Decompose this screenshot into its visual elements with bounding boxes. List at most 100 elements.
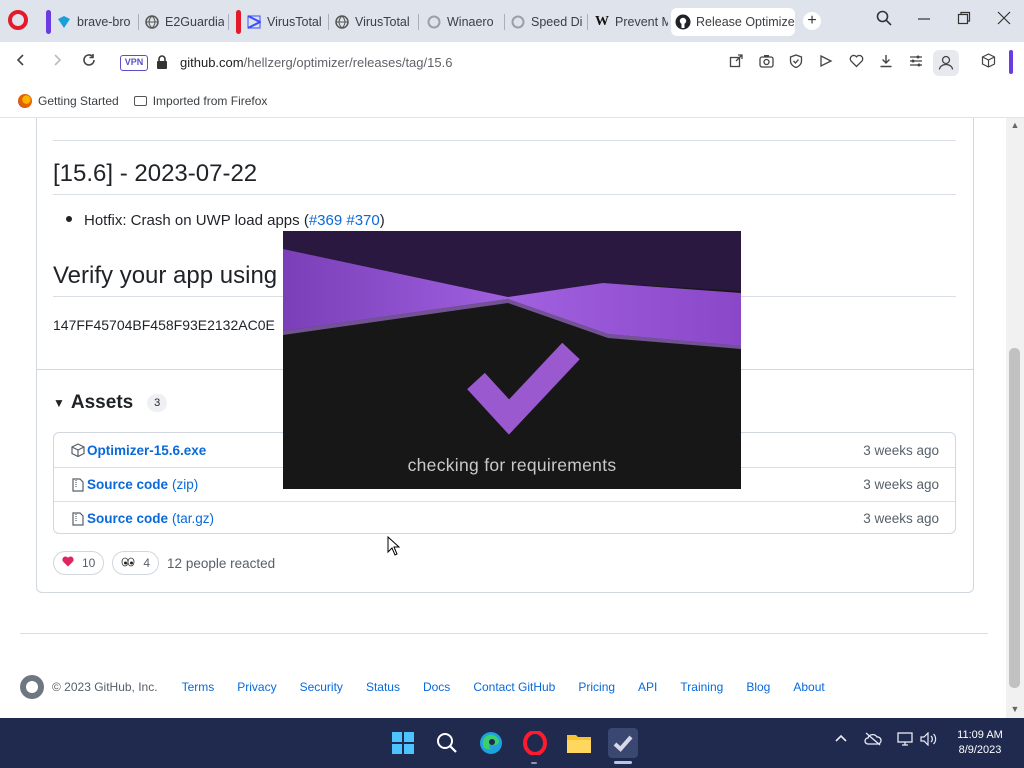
footer-link-training[interactable]: Training [680, 680, 723, 694]
tab-separator [418, 14, 419, 30]
asset-time: 3 weeks ago [863, 477, 939, 492]
active-app-indicator [614, 761, 632, 764]
restore-icon[interactable] [952, 10, 976, 32]
page-scrollbar[interactable]: ▲ ▼ [1006, 118, 1024, 718]
issue-link-369[interactable]: #369 [309, 212, 342, 229]
file-explorer-icon[interactable] [564, 728, 594, 758]
windows-start-icon[interactable] [388, 728, 418, 758]
footer-link-terms[interactable]: Terms [182, 680, 215, 694]
share-icon[interactable] [726, 53, 746, 73]
loading-icon [426, 14, 442, 30]
url-path: /hellzerg/optimizer/releases/tag/15.6 [243, 55, 453, 70]
volume-icon[interactable] [920, 731, 938, 749]
bookmark-getting-started[interactable]: Getting Started [18, 93, 119, 108]
taskbar-search-icon[interactable] [432, 728, 462, 758]
reload-icon[interactable] [79, 53, 99, 73]
tab-search-icon[interactable] [872, 10, 896, 32]
asset-ext[interactable]: (zip) [172, 477, 198, 492]
shield-icon[interactable] [786, 53, 806, 73]
url-host: github.com [180, 55, 244, 70]
asset-link[interactable]: Optimizer-15.6.exe [87, 443, 206, 458]
taskbar-clock[interactable]: 11:09 AM 8/9/2023 [944, 728, 1016, 758]
tab-brave[interactable]: brave-bro [42, 8, 134, 36]
tab-winaero[interactable]: Winaero [422, 8, 502, 36]
tab-accent [236, 10, 241, 34]
profile-avatar[interactable] [933, 50, 959, 76]
footer-link-docs[interactable]: Docs [423, 680, 450, 694]
folder-icon [133, 95, 147, 106]
extensions-cube-icon[interactable] [978, 53, 998, 73]
brave-download-icon [56, 14, 72, 30]
tab-speed-dial[interactable]: Speed Di [506, 8, 584, 36]
heart-icon[interactable] [846, 53, 866, 73]
download-icon[interactable] [876, 53, 896, 73]
opera-taskbar-icon[interactable] [520, 728, 550, 758]
assets-toggle[interactable]: ▼ Assets 3 [53, 392, 168, 414]
tray-overflow-icon[interactable] [834, 732, 848, 749]
network-icon[interactable] [897, 732, 915, 749]
minimize-icon[interactable] [912, 10, 936, 32]
tab-separator [587, 14, 588, 30]
forward-icon[interactable] [47, 53, 67, 73]
camera-icon[interactable] [756, 53, 776, 73]
firefox-icon [18, 93, 32, 108]
footer-link-contact[interactable]: Contact GitHub [473, 680, 555, 694]
footer-link-about[interactable]: About [793, 680, 824, 694]
footer-link-blog[interactable]: Blog [746, 680, 770, 694]
edge-icon[interactable] [476, 728, 506, 758]
issue-link-370[interactable]: #370 [346, 212, 379, 229]
asset-link[interactable]: Source code [87, 511, 168, 526]
opera-menu-icon[interactable] [8, 10, 28, 30]
tab-title: E2Guardia [165, 15, 224, 29]
package-icon [71, 443, 85, 458]
lock-icon[interactable] [155, 54, 169, 70]
optimizer-taskbar-icon[interactable] [608, 728, 638, 758]
tab-virustotal-1[interactable]: VirusTotal [232, 8, 324, 36]
version-heading: [15.6] - 2023-07-22 [53, 160, 258, 187]
file-zip-icon [71, 477, 85, 492]
eyes-reaction-button[interactable]: 4 [112, 551, 160, 575]
tab-release-optimizer[interactable]: Release Optimize [671, 8, 795, 36]
asset-time: 3 weeks ago [863, 511, 939, 526]
divider [53, 140, 956, 141]
tab-separator [504, 14, 505, 30]
easy-setup-icon[interactable] [906, 53, 926, 73]
assets-title: Assets [70, 392, 134, 413]
new-tab-button[interactable]: + [803, 12, 821, 30]
bookmark-label: Getting Started [38, 93, 119, 108]
heart-reaction-button[interactable]: 10 [53, 551, 105, 575]
splash-status-text: checking for requirements [407, 455, 617, 475]
heart-count: 10 [82, 556, 96, 570]
scroll-up-icon[interactable]: ▲ [1010, 120, 1020, 130]
flow-send-icon[interactable] [816, 53, 836, 73]
back-icon[interactable] [11, 53, 31, 73]
url-field[interactable]: github.com/hellzerg/optimizer/releases/t… [180, 55, 452, 70]
asset-link[interactable]: Source code [87, 477, 168, 492]
tab-virustotal-2[interactable]: VirusTotal [330, 8, 414, 36]
tab-title: Speed Di [531, 15, 583, 29]
divider [53, 194, 956, 195]
mouse-cursor-icon [387, 536, 401, 556]
bullet-dot [66, 216, 72, 223]
hotfix-text: Hotfix: Crash on UWP load apps ( [84, 212, 309, 229]
github-logo-icon[interactable] [20, 675, 44, 699]
footer-link-status[interactable]: Status [366, 680, 400, 694]
vpn-badge[interactable]: VPN [120, 55, 148, 71]
tab-e2guardian[interactable]: E2Guardia [140, 8, 224, 36]
footer-link-pricing[interactable]: Pricing [578, 680, 615, 694]
clock-time: 11:09 AM [957, 729, 1003, 741]
github-icon [675, 14, 691, 30]
close-icon[interactable] [992, 10, 1016, 32]
clock-date: 8/9/2023 [958, 744, 1002, 756]
scroll-down-icon[interactable]: ▼ [1010, 704, 1020, 714]
footer-link-privacy[interactable]: Privacy [237, 680, 276, 694]
scroll-thumb[interactable] [1009, 348, 1020, 688]
onedrive-offline-icon[interactable] [864, 732, 882, 749]
tab-prevent[interactable]: W Prevent M [590, 8, 668, 36]
taskbar: 11:09 AM 8/9/2023 [0, 718, 1024, 768]
asset-ext[interactable]: (tar.gz) [172, 511, 214, 526]
footer-link-security[interactable]: Security [300, 680, 343, 694]
tab-title: Release Optimize [696, 15, 795, 29]
bookmark-imported-from-firefox[interactable]: Imported from Firefox [133, 94, 267, 108]
footer-link-api[interactable]: API [638, 680, 657, 694]
